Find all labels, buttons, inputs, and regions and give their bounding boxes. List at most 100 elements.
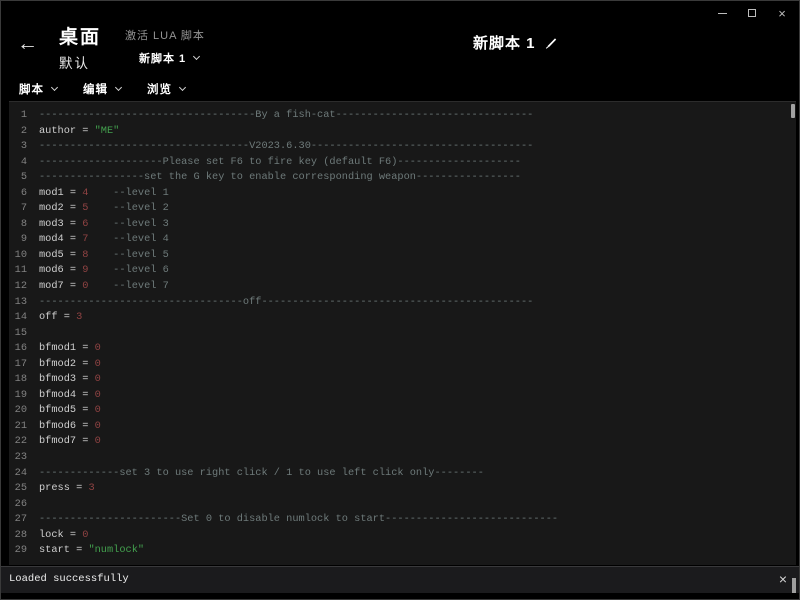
toast-close-icon[interactable]: ×: [779, 572, 787, 586]
code-text: author = "ME": [39, 124, 119, 140]
maximize-icon[interactable]: [745, 6, 759, 20]
line-number: 10: [9, 248, 39, 264]
line-number: 9: [9, 232, 39, 248]
edit-pencil-icon[interactable]: [545, 36, 558, 49]
code-line: 29start = "numlock": [9, 543, 796, 559]
code-line: 2author = "ME": [9, 124, 796, 140]
window-scrollbar-thumb[interactable]: [792, 578, 796, 593]
status-toast: Loaded successfully ×: [1, 566, 799, 593]
line-number: 3: [9, 139, 39, 155]
page-title: 新脚本 1: [473, 32, 536, 53]
line-number: 29: [9, 543, 39, 559]
menu-edit-label: 编辑: [83, 81, 108, 97]
code-line: 26: [9, 497, 796, 513]
code-line: 21bfmod6 = 0: [9, 419, 796, 435]
code-line: 20bfmod5 = 0: [9, 403, 796, 419]
line-number: 12: [9, 279, 39, 295]
line-number: 5: [9, 170, 39, 186]
close-icon[interactable]: ×: [775, 6, 789, 20]
profile-subtitle: 默认: [59, 52, 101, 72]
line-number: 27: [9, 512, 39, 528]
code-text: --------------------Please set F6 to fir…: [39, 155, 521, 171]
chevron-down-icon: [193, 53, 200, 60]
code-line: 27-----------------------Set 0 to disabl…: [9, 512, 796, 528]
line-number: 20: [9, 403, 39, 419]
code-line: 11mod6 = 9 --level 6: [9, 263, 796, 279]
line-number: 7: [9, 201, 39, 217]
code-text: -------------set 3 to use right click / …: [39, 466, 484, 482]
code-line: 1-----------------------------------By a…: [9, 108, 796, 124]
line-number: 26: [9, 497, 39, 513]
code-line: 8mod3 = 6 --level 3: [9, 217, 796, 233]
code-line: 19bfmod4 = 0: [9, 388, 796, 404]
line-number: 17: [9, 357, 39, 373]
minimize-icon[interactable]: [715, 6, 729, 20]
line-number: 18: [9, 372, 39, 388]
activation-label: 激活 LUA 脚本: [125, 27, 205, 43]
window-controls: ×: [715, 6, 789, 20]
status-message: Loaded successfully: [9, 573, 129, 585]
code-text: mod7 = 0 --level 7: [39, 279, 169, 295]
profile-block: 桌面 默认: [59, 22, 101, 72]
code-text: press = 3: [39, 481, 95, 497]
line-number: 25: [9, 481, 39, 497]
page-title-block: 新脚本 1: [473, 32, 558, 53]
code-line: 22bfmod7 = 0: [9, 434, 796, 450]
code-line: 15: [9, 326, 796, 342]
code-line: 25press = 3: [9, 481, 796, 497]
lua-activation-block: 激活 LUA 脚本 新脚本 1: [125, 27, 205, 66]
code-line: 12mod7 = 0 --level 7: [9, 279, 796, 295]
chevron-down-icon: [115, 84, 122, 91]
chevron-down-icon: [51, 84, 58, 91]
menu-view[interactable]: 浏览: [147, 81, 185, 97]
code-line: 23: [9, 450, 796, 466]
editor-scrollbar-thumb[interactable]: [791, 104, 795, 118]
code-text: bfmod7 = 0: [39, 434, 101, 450]
code-line: 10mod5 = 8 --level 5: [9, 248, 796, 264]
code-editor[interactable]: 1-----------------------------------By a…: [9, 101, 796, 565]
code-text: start = "numlock": [39, 543, 144, 559]
code-line: 5-----------------set the G key to enabl…: [9, 170, 796, 186]
code-text: -----------------------------------By a …: [39, 108, 533, 124]
code-line: 13---------------------------------off--…: [9, 295, 796, 311]
line-number: 24: [9, 466, 39, 482]
line-number: 15: [9, 326, 39, 342]
code-line: 28lock = 0: [9, 528, 796, 544]
line-number: 4: [9, 155, 39, 171]
code-line: 3----------------------------------V2023…: [9, 139, 796, 155]
menu-bar: 脚本 编辑 浏览: [19, 81, 185, 97]
line-number: 28: [9, 528, 39, 544]
line-number: 13: [9, 295, 39, 311]
code-text: off = 3: [39, 310, 82, 326]
line-number: 2: [9, 124, 39, 140]
code-text: ---------------------------------off----…: [39, 295, 533, 311]
code-line: 7mod2 = 5 --level 2: [9, 201, 796, 217]
code-line: 14off = 3: [9, 310, 796, 326]
line-number: 23: [9, 450, 39, 466]
code-lines: 1-----------------------------------By a…: [9, 102, 796, 559]
line-number: 11: [9, 263, 39, 279]
line-number: 16: [9, 341, 39, 357]
menu-script-label: 脚本: [19, 81, 44, 97]
code-text: -----------------------Set 0 to disable …: [39, 512, 558, 528]
profile-title: 桌面: [59, 22, 101, 49]
code-line: 18bfmod3 = 0: [9, 372, 796, 388]
menu-script[interactable]: 脚本: [19, 81, 57, 97]
menu-view-label: 浏览: [147, 81, 172, 97]
script-selector-value: 新脚本 1: [139, 50, 186, 66]
code-line: 6mod1 = 4 --level 1: [9, 186, 796, 202]
app-window: × ← 桌面 默认 激活 LUA 脚本 新脚本 1 新脚本 1 脚本 编辑: [0, 0, 800, 600]
back-button[interactable]: ←: [17, 32, 38, 56]
code-text: ----------------------------------V2023.…: [39, 139, 533, 155]
line-number: 22: [9, 434, 39, 450]
code-line: 16bfmod1 = 0: [9, 341, 796, 357]
code-line: 17bfmod2 = 0: [9, 357, 796, 373]
line-number: 21: [9, 419, 39, 435]
line-number: 6: [9, 186, 39, 202]
script-selector-dropdown[interactable]: 新脚本 1: [139, 50, 205, 66]
menu-edit[interactable]: 编辑: [83, 81, 121, 97]
line-number: 19: [9, 388, 39, 404]
code-line: 4--------------------Please set F6 to fi…: [9, 155, 796, 171]
line-number: 14: [9, 310, 39, 326]
chevron-down-icon: [179, 84, 186, 91]
